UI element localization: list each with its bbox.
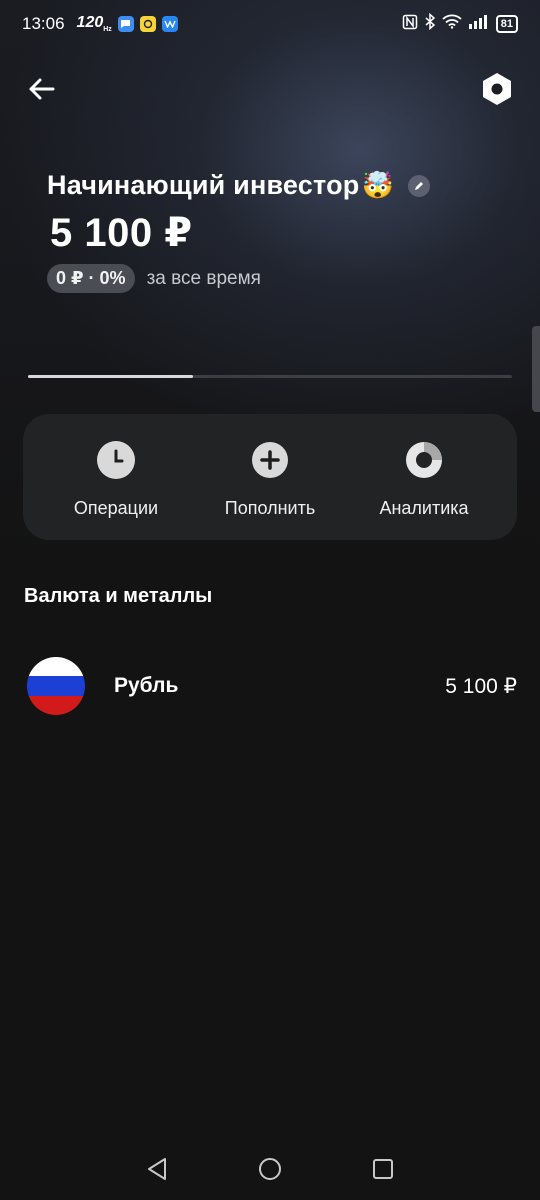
asset-name: Рубль xyxy=(114,674,179,697)
donut-chart-icon xyxy=(405,441,443,479)
flag-stripe-white xyxy=(27,657,85,677)
refresh-rate-value: 120 xyxy=(76,14,104,32)
portfolio-title: Начинающий инвестор 🤯 xyxy=(47,170,431,201)
section-title: Валюта и металлы xyxy=(24,585,213,607)
exploding-head-emoji: 🤯 xyxy=(361,170,395,200)
vk-icon xyxy=(161,16,178,32)
system-navigation-bar xyxy=(0,1138,540,1200)
analytics-button[interactable]: Аналитика xyxy=(349,414,499,519)
operations-label: Операции xyxy=(73,498,159,518)
clock-icon xyxy=(97,441,135,479)
back-button[interactable] xyxy=(22,70,60,108)
plus-icon xyxy=(251,441,289,479)
bluetooth-icon xyxy=(424,12,436,35)
back-triangle-icon xyxy=(147,1158,166,1180)
messages-icon xyxy=(117,16,134,32)
status-bar-left: 13:06 120Hz xyxy=(22,14,178,34)
system-recents-button[interactable] xyxy=(368,1154,398,1184)
asset-value: 5 100 ₽ xyxy=(445,674,517,698)
settings-button[interactable] xyxy=(476,68,518,110)
edge-panel-handle[interactable] xyxy=(532,326,540,412)
screen: 13:06 120Hz 81 Начинающий инвестор 🤯 5 1… xyxy=(0,0,540,1200)
yield-period: за все время xyxy=(146,267,261,289)
refresh-rate-unit: Hz xyxy=(103,26,112,34)
signal-icon xyxy=(468,14,490,34)
home-circle-icon xyxy=(258,1158,281,1180)
flag-stripe-red xyxy=(27,695,85,715)
refresh-rate: 120Hz xyxy=(77,14,112,33)
hexagon-nut-icon xyxy=(483,73,511,105)
yield-badge[interactable]: 0 ₽ · 0% xyxy=(47,264,135,293)
flag-stripe-blue xyxy=(27,676,85,696)
actions-card: Операции Пополнить Аналитика xyxy=(23,414,517,540)
analytics-label: Аналитика xyxy=(379,498,469,518)
recents-square-icon xyxy=(373,1159,394,1179)
status-bar-right: 81 xyxy=(402,12,518,35)
wifi-icon xyxy=(442,14,462,34)
system-back-button[interactable] xyxy=(142,1154,172,1184)
arrow-left-icon xyxy=(29,78,55,100)
top-up-button[interactable]: Пополнить xyxy=(195,414,345,519)
operations-button[interactable]: Операции xyxy=(41,414,191,519)
yield-row: 0 ₽ · 0% за все время xyxy=(47,264,261,293)
battery-indicator: 81 xyxy=(495,15,518,33)
page-indicator-fill xyxy=(28,375,193,378)
status-bar: 13:06 120Hz 81 xyxy=(0,0,540,48)
portfolio-name: Начинающий инвестор xyxy=(47,170,360,200)
asset-row-ruble[interactable]: Рубль 5 100 ₽ xyxy=(27,656,517,716)
system-home-button[interactable] xyxy=(255,1154,285,1184)
nfc-icon xyxy=(402,14,418,35)
yandex-icon xyxy=(139,16,156,32)
russia-flag-icon xyxy=(27,657,85,715)
top-up-label: Пополнить xyxy=(224,498,316,518)
portfolio-balance: 5 100 ₽ xyxy=(50,211,193,255)
pencil-icon xyxy=(415,181,424,190)
status-time: 13:06 xyxy=(22,14,65,33)
page-indicator xyxy=(28,375,512,378)
edit-title-button[interactable] xyxy=(408,174,431,197)
